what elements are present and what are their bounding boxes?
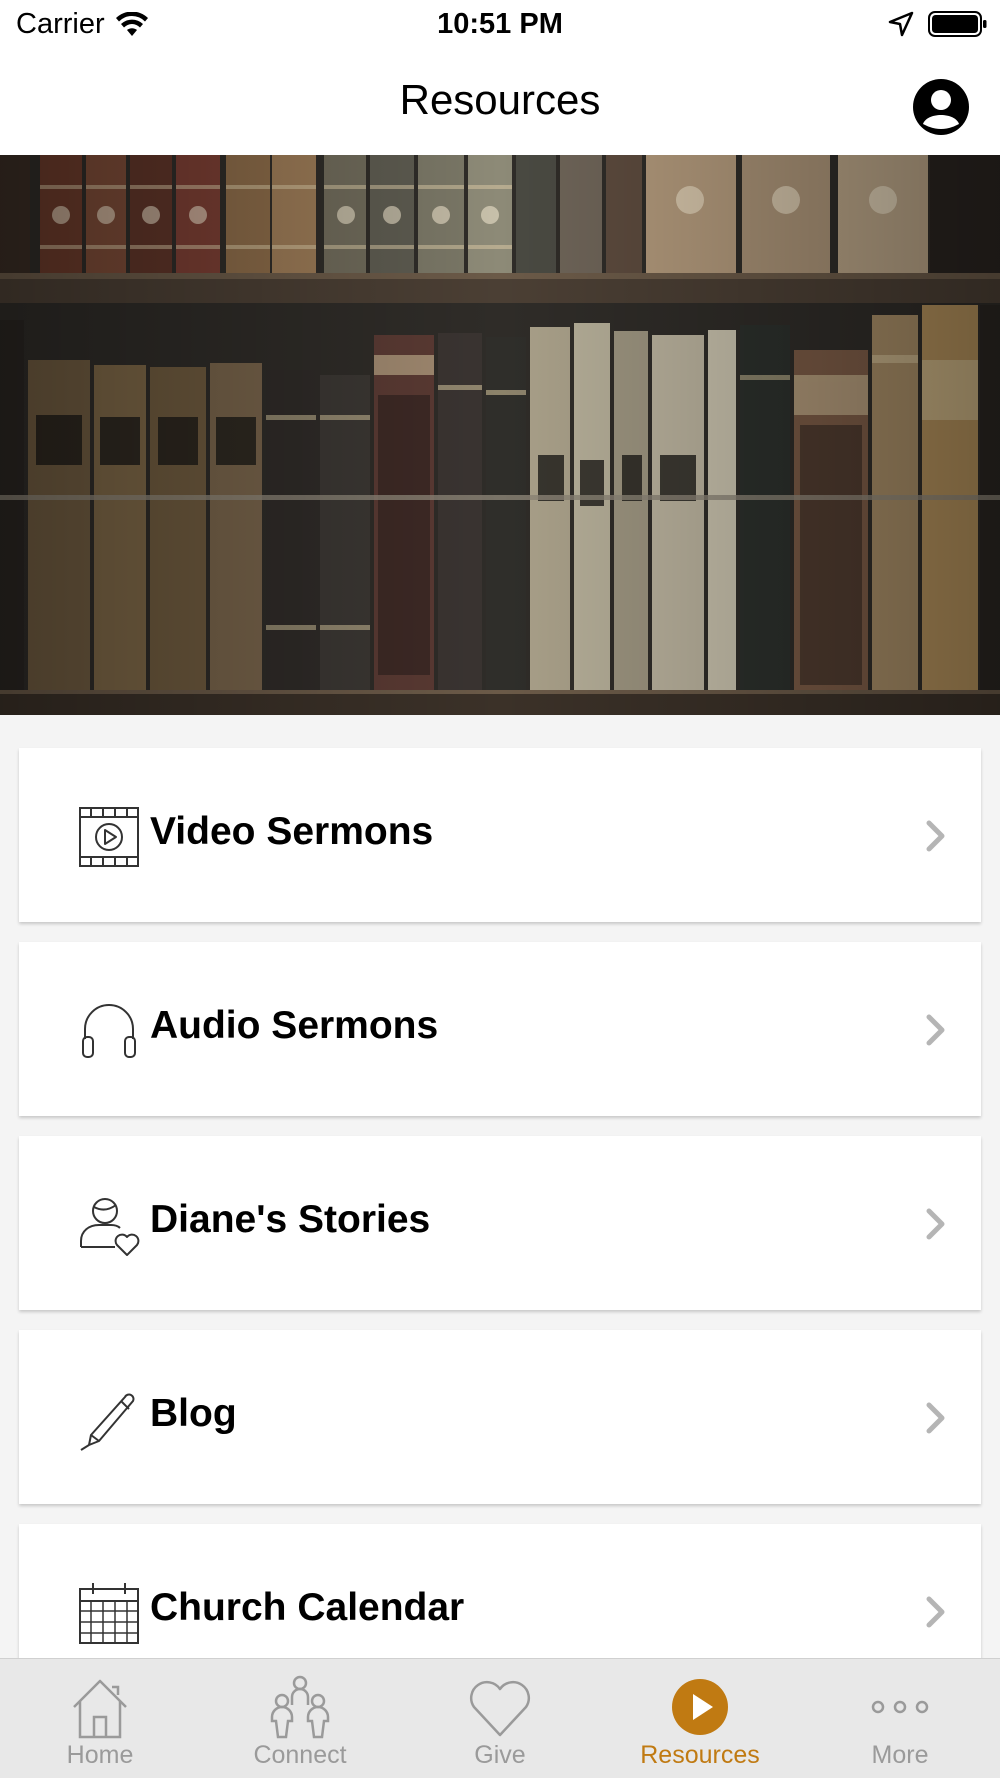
chevron-right-icon xyxy=(926,820,945,852)
people-icon xyxy=(270,1675,330,1739)
tab-resources[interactable]: Resources xyxy=(600,1659,800,1778)
play-icon xyxy=(672,1679,728,1735)
heart-icon xyxy=(469,1680,531,1737)
location-arrow-icon xyxy=(888,11,914,37)
chevron-right-icon xyxy=(926,1014,945,1046)
nav-bar: Resources xyxy=(0,50,1000,155)
menu-item-dianes-stories[interactable]: Diane's Stories xyxy=(19,1136,981,1310)
tab-label: Connect xyxy=(253,1741,347,1769)
home-icon xyxy=(73,1679,127,1739)
menu-item-audio-sermons[interactable]: Audio Sermons xyxy=(19,942,981,1116)
tab-connect[interactable]: Connect xyxy=(200,1659,400,1778)
menu-item-label: Blog xyxy=(150,1392,237,1435)
more-icon xyxy=(871,1700,929,1714)
tab-give[interactable]: Give xyxy=(400,1659,600,1778)
page-title: Resources xyxy=(399,76,601,123)
headphones-icon xyxy=(82,1004,136,1058)
tab-label: Home xyxy=(66,1741,134,1769)
tab-label: Give xyxy=(474,1741,526,1769)
menu-item-label: Audio Sermons xyxy=(150,1004,439,1047)
menu-item-label: Diane's Stories xyxy=(150,1198,431,1241)
battery-icon xyxy=(928,11,987,37)
profile-icon[interactable] xyxy=(912,78,970,136)
calendar-icon xyxy=(79,1583,139,1644)
bookshelf-illustration xyxy=(0,155,1000,715)
tab-label: More xyxy=(871,1741,929,1769)
tab-bar: Home Connect Give Resources More xyxy=(0,1658,1000,1778)
status-bar: Carrier 10:51 PM xyxy=(0,0,1000,50)
menu-item-label: Video Sermons xyxy=(150,810,434,853)
menu-item-video-sermons[interactable]: Video Sermons xyxy=(19,748,981,922)
status-time: 10:51 PM xyxy=(437,8,563,40)
tab-home[interactable]: Home xyxy=(0,1659,200,1778)
chevron-right-icon xyxy=(926,1402,945,1434)
menu-item-label: Church Calendar xyxy=(150,1586,465,1629)
tab-more[interactable]: More xyxy=(800,1659,1000,1778)
menu-item-blog[interactable]: Blog xyxy=(19,1330,981,1504)
hero-image xyxy=(0,155,1000,715)
chevron-right-icon xyxy=(926,1596,945,1628)
video-icon xyxy=(79,807,139,867)
person-heart-icon xyxy=(80,1198,140,1256)
tab-label: Resources xyxy=(640,1741,760,1769)
chevron-right-icon xyxy=(926,1208,945,1240)
pen-icon xyxy=(80,1393,135,1451)
